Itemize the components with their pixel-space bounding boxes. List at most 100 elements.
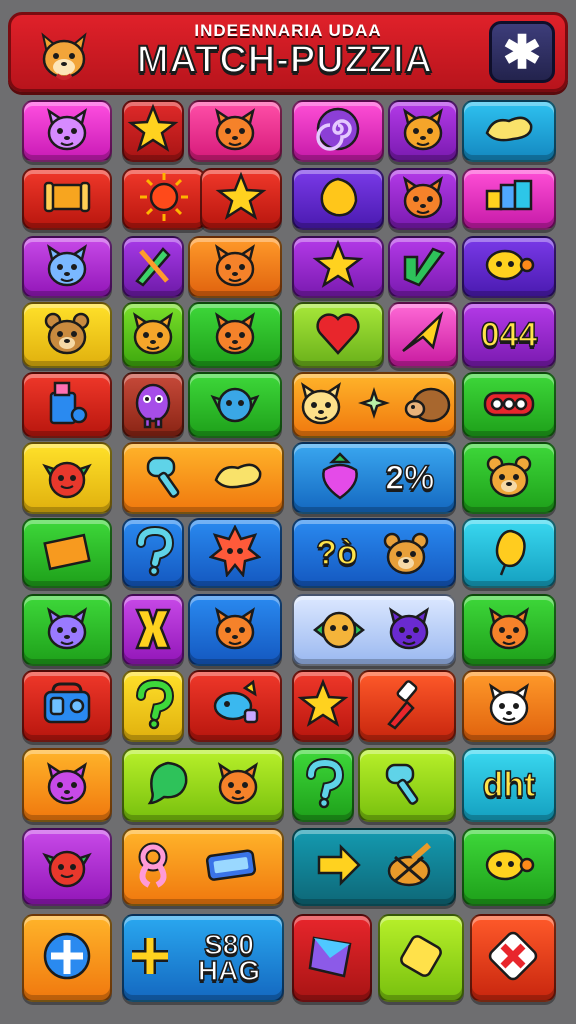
tile-fish[interactable] (188, 670, 282, 742)
tile-bear-face[interactable] (462, 442, 556, 514)
tile-fox-face[interactable] (122, 302, 184, 368)
tile-star[interactable] (122, 100, 184, 162)
question-icon (297, 757, 349, 814)
cat-face-icon (41, 602, 93, 659)
tile-cat-face[interactable] (388, 168, 458, 230)
tile-cat-face[interactable] (292, 372, 456, 438)
cat-face-icon (383, 602, 435, 659)
hammer-icon (142, 450, 194, 507)
question-icon (127, 525, 179, 582)
tile-fox-face[interactable] (462, 594, 556, 666)
star-icon (127, 103, 179, 160)
cat-face-icon (41, 103, 93, 160)
sun-creature-icon (208, 523, 262, 582)
creature-icon (209, 377, 261, 434)
tile-scroll[interactable] (22, 168, 112, 230)
star-icon (215, 171, 267, 228)
tile-cup[interactable] (22, 372, 112, 438)
cat-face-icon (397, 171, 449, 228)
tile-plus[interactable] (22, 914, 112, 1002)
arrow-right-icon (313, 839, 365, 896)
tile-pencil[interactable] (122, 236, 184, 298)
tile-gem[interactable] (378, 914, 464, 1002)
tile-face[interactable] (462, 236, 556, 298)
tile-star[interactable] (200, 168, 282, 230)
tile-fox-face[interactable] (188, 100, 282, 162)
tile-leaf[interactable] (122, 748, 284, 822)
tile-sun[interactable] (122, 168, 206, 230)
tile-text-r7[interactable]: ?ò (292, 518, 456, 588)
tile-star[interactable] (292, 236, 384, 298)
tile-sun-creature[interactable] (188, 518, 282, 588)
star-icon (297, 678, 349, 735)
bear-face-icon (41, 307, 93, 364)
tile-tomato[interactable] (22, 828, 112, 906)
tile-question[interactable] (292, 748, 354, 822)
fox-face-icon (127, 307, 179, 364)
star-icon (312, 239, 364, 296)
tile-tomato[interactable] (22, 442, 112, 514)
tile-fox-face[interactable] (188, 594, 282, 666)
tile-arrow-right[interactable] (292, 828, 456, 906)
tile-plus[interactable]: S80 HAG (122, 914, 284, 1002)
tile-brush[interactable] (358, 670, 456, 742)
tile-cat-face[interactable] (22, 100, 112, 162)
tile-question[interactable] (122, 518, 184, 588)
tile-check[interactable] (388, 236, 458, 298)
gem-icon (395, 930, 447, 987)
tile-text-r10[interactable]: dht (462, 748, 556, 822)
tile-heart[interactable] (292, 302, 384, 368)
fox-face-icon (209, 307, 261, 364)
tile-ribbon[interactable] (122, 828, 284, 906)
tile-hammer[interactable] (122, 442, 284, 514)
tile-cat-face[interactable] (22, 594, 112, 666)
basket-icon (383, 839, 435, 896)
tile-fox-face[interactable] (188, 302, 282, 368)
tile-house-cat[interactable] (388, 100, 458, 162)
tile-buttons[interactable] (462, 372, 556, 438)
leaf-icon (142, 757, 194, 814)
puzzle-icon (127, 602, 179, 659)
tile-balloon[interactable] (462, 518, 556, 588)
tile-cat-face[interactable] (22, 748, 112, 822)
tile-radio[interactable] (22, 670, 112, 742)
fox-face-icon (212, 757, 264, 814)
tile-swirl[interactable] (292, 100, 384, 162)
tile-lemon[interactable] (292, 168, 384, 230)
envelope-icon (41, 525, 93, 582)
tile-cat-face[interactable] (462, 670, 556, 742)
tile-fox-face[interactable] (188, 236, 282, 298)
tile-creature[interactable] (188, 372, 282, 438)
sun-icon (138, 171, 190, 228)
tile-label: 2% (384, 458, 435, 498)
bread-icon (212, 450, 264, 507)
tile-bird[interactable] (292, 594, 456, 666)
tile-monster[interactable] (122, 372, 184, 438)
diamond-icon (306, 930, 358, 987)
tile-diamond[interactable] (292, 914, 372, 1002)
tile-text-r4[interactable]: 044 (462, 302, 556, 368)
tile-bear-face[interactable] (22, 302, 112, 368)
tile-star[interactable] (292, 670, 354, 742)
tile-radish[interactable]: 2% (292, 442, 456, 514)
tile-blocks[interactable] (462, 168, 556, 230)
tile-puzzle[interactable] (122, 594, 184, 666)
tile-label: 044 (480, 315, 538, 355)
plus-icon (41, 930, 93, 987)
tile-hammer[interactable] (358, 748, 456, 822)
tile-arrow[interactable] (388, 302, 458, 368)
fox-face-icon (209, 239, 261, 296)
tile-cat-face[interactable] (22, 236, 112, 298)
bread-icon (483, 103, 535, 160)
tile-question[interactable] (122, 670, 184, 742)
tile-face[interactable] (462, 828, 556, 906)
tile-bread[interactable] (462, 100, 556, 162)
tile-x[interactable] (470, 914, 556, 1002)
plus-icon (124, 930, 176, 987)
fox-face-icon (483, 602, 535, 659)
blocks-icon (483, 171, 535, 228)
cat-face-icon (41, 757, 93, 814)
tile-envelope[interactable] (22, 518, 112, 588)
tile-label: ?ò (315, 533, 358, 573)
heart-icon (312, 307, 364, 364)
